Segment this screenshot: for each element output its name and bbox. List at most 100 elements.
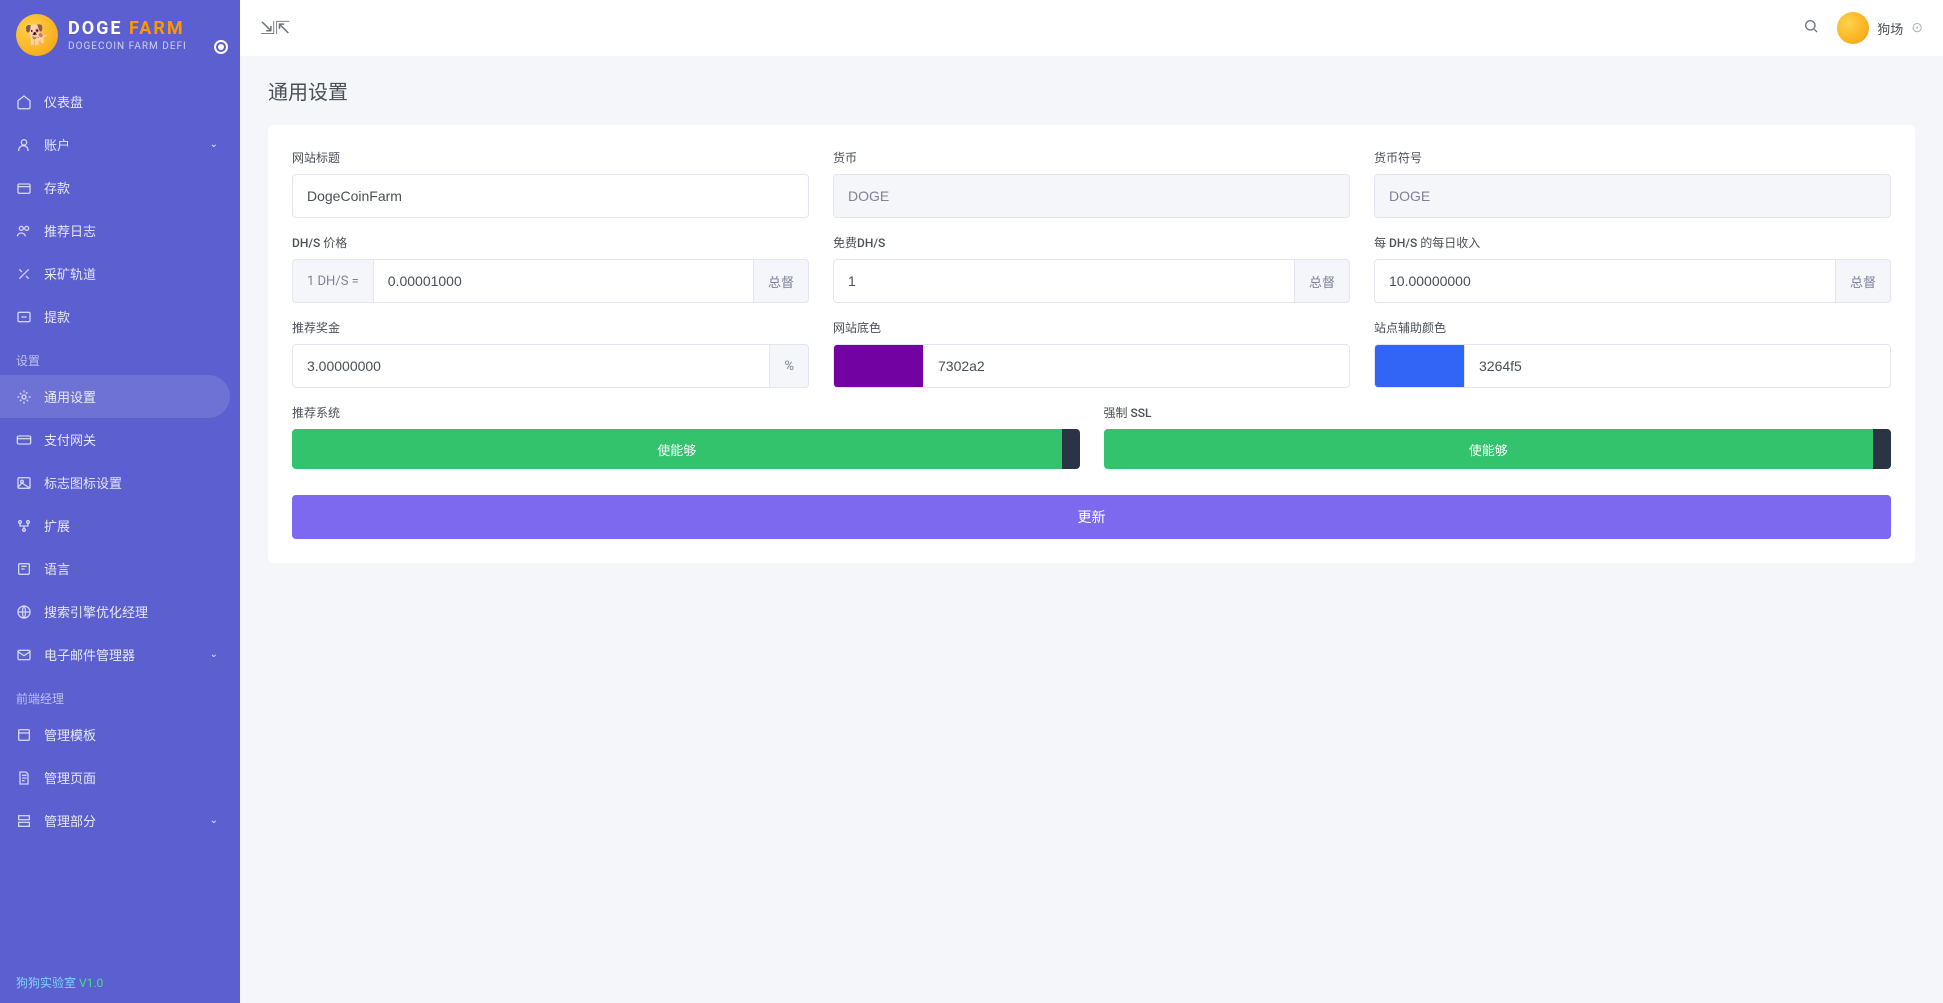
nav-deposit[interactable]: 存款 <box>0 166 230 209</box>
nav-label: 推荐日志 <box>44 221 96 240</box>
chevron-down-icon: ⌄ <box>210 649 218 660</box>
nav-manage-templates[interactable]: 管理模板 <box>0 713 230 756</box>
nav-mining-track[interactable]: 采矿轨道 <box>0 252 230 295</box>
nav-label: 管理页面 <box>44 768 96 787</box>
nav-dashboard[interactable]: 仪表盘 <box>0 80 230 123</box>
site-title-input[interactable] <box>292 174 809 218</box>
sidebar-header: 🐕 DOGE FARM DOGECOIN FARM DEFI <box>0 0 240 70</box>
mining-icon <box>16 266 32 282</box>
home-icon <box>16 94 32 110</box>
label-currency-symbol: 货币符号 <box>1374 149 1891 166</box>
nav-email-manager[interactable]: 电子邮件管理器 ⌄ <box>0 633 230 676</box>
nav-label: 仪表盘 <box>44 92 83 111</box>
free-dhs-input[interactable] <box>833 259 1295 303</box>
user-menu[interactable]: 狗场 ⊙ <box>1837 12 1923 44</box>
logo-icon: 🐕 <box>16 14 58 56</box>
toggle-handle <box>1062 429 1080 469</box>
nav-payment-gateway[interactable]: 支付网关 <box>0 418 230 461</box>
toggle-handle <box>1873 429 1891 469</box>
nav-label: 通用设置 <box>44 387 96 406</box>
nav: 仪表盘 账户 ⌄ 存款 推荐日志 采矿轨道 提款 <box>0 70 240 962</box>
card-icon <box>16 432 32 448</box>
sidebar: 🐕 DOGE FARM DOGECOIN FARM DEFI 仪表盘 账户 ⌄ … <box>0 0 240 1003</box>
footer-version: V1.0 <box>79 976 103 990</box>
toggle-status: 使能够 <box>292 429 1062 469</box>
user-name: 狗场 <box>1877 19 1903 38</box>
nav-label: 搜索引擎优化经理 <box>44 602 148 621</box>
addon-percent: % <box>770 344 809 388</box>
force-ssl-toggle[interactable]: 使能够 <box>1104 429 1892 469</box>
referral-bonus-input[interactable] <box>292 344 770 388</box>
avatar <box>1837 12 1869 44</box>
nav-referral-log[interactable]: 推荐日志 <box>0 209 230 252</box>
nav-logo-settings[interactable]: 标志图标设置 <box>0 461 230 504</box>
users-icon <box>16 137 32 153</box>
nav-language[interactable]: 语言 <box>0 547 230 590</box>
currency-symbol-input[interactable] <box>1374 174 1891 218</box>
addon-free-dhs-suffix: 总督 <box>1295 259 1350 303</box>
mail-icon <box>16 647 32 663</box>
wallet-icon <box>16 180 32 196</box>
people-icon <box>16 223 32 239</box>
nav-seo[interactable]: 搜索引擎优化经理 <box>0 590 230 633</box>
update-button[interactable]: 更新 <box>292 495 1891 539</box>
nav-label: 采矿轨道 <box>44 264 96 283</box>
toggle-status: 使能够 <box>1104 429 1874 469</box>
nav-label: 语言 <box>44 559 70 578</box>
base-color-input[interactable] <box>923 344 1350 388</box>
dhs-price-input[interactable] <box>373 259 754 303</box>
chevron-down-icon: ⌄ <box>210 815 218 826</box>
addon-daily-income-suffix: 总督 <box>1836 259 1891 303</box>
label-daily-income: 每 DH/S 的每日收入 <box>1374 234 1891 251</box>
withdraw-icon <box>16 309 32 325</box>
nav-section-frontend: 前端经理 <box>0 676 240 713</box>
main: ⇲⇱ 狗场 ⊙ 通用设置 网站标题 <box>240 0 1943 1003</box>
pages-icon <box>16 770 32 786</box>
daily-income-input[interactable] <box>1374 259 1836 303</box>
label-base-color: 网站底色 <box>833 319 1350 336</box>
secondary-color-input[interactable] <box>1464 344 1891 388</box>
topbar: ⇲⇱ 狗场 ⊙ <box>240 0 1943 56</box>
nav-manage-sections[interactable]: 管理部分 ⌄ <box>0 799 230 842</box>
sections-icon <box>16 813 32 829</box>
brand-text: DOGE FARM DOGECOIN FARM DEFI <box>68 18 187 52</box>
nav-manage-pages[interactable]: 管理页面 <box>0 756 230 799</box>
image-icon <box>16 475 32 491</box>
label-free-dhs: 免费DH/S <box>833 234 1350 251</box>
nav-label: 提款 <box>44 307 70 326</box>
settings-card: 网站标题 货币 货币符号 DH/S 价格 <box>268 125 1915 563</box>
addon-dhs-suffix: 总督 <box>754 259 809 303</box>
template-icon <box>16 727 32 743</box>
nav-account[interactable]: 账户 ⌄ <box>0 123 230 166</box>
nav-label: 支付网关 <box>44 430 96 449</box>
nav-general-settings[interactable]: 通用设置 <box>0 375 230 418</box>
label-force-ssl: 强制 SSL <box>1104 404 1892 421</box>
puzzle-icon <box>16 518 32 534</box>
language-icon <box>16 561 32 577</box>
more-icon: ⊙ <box>1911 20 1923 36</box>
gear-icon <box>16 389 32 405</box>
globe-icon <box>16 604 32 620</box>
nav-label: 标志图标设置 <box>44 473 122 492</box>
secondary-color-swatch[interactable] <box>1374 344 1464 388</box>
brand-word1: DOGE <box>68 18 123 39</box>
referral-system-toggle[interactable]: 使能够 <box>292 429 1080 469</box>
sidebar-pin-toggle[interactable] <box>214 40 228 54</box>
label-site-title: 网站标题 <box>292 149 809 166</box>
label-referral-bonus: 推荐奖金 <box>292 319 809 336</box>
chevron-down-icon: ⌄ <box>210 139 218 150</box>
nav-withdraw[interactable]: 提款 <box>0 295 230 338</box>
addon-dhs-prefix: 1 DH/S = <box>292 259 373 303</box>
nav-label: 存款 <box>44 178 70 197</box>
currency-input[interactable] <box>833 174 1350 218</box>
nav-section-settings: 设置 <box>0 338 240 375</box>
search-icon[interactable] <box>1803 18 1819 39</box>
label-referral-system: 推荐系统 <box>292 404 1080 421</box>
nav-label: 管理部分 <box>44 811 96 830</box>
collapse-icon[interactable]: ⇲⇱ <box>260 18 290 39</box>
nav-extension[interactable]: 扩展 <box>0 504 230 547</box>
base-color-swatch[interactable] <box>833 344 923 388</box>
nav-label: 账户 <box>44 135 70 154</box>
brand-subtitle: DOGECOIN FARM DEFI <box>68 41 187 52</box>
brand-word2: FARM <box>129 18 185 39</box>
